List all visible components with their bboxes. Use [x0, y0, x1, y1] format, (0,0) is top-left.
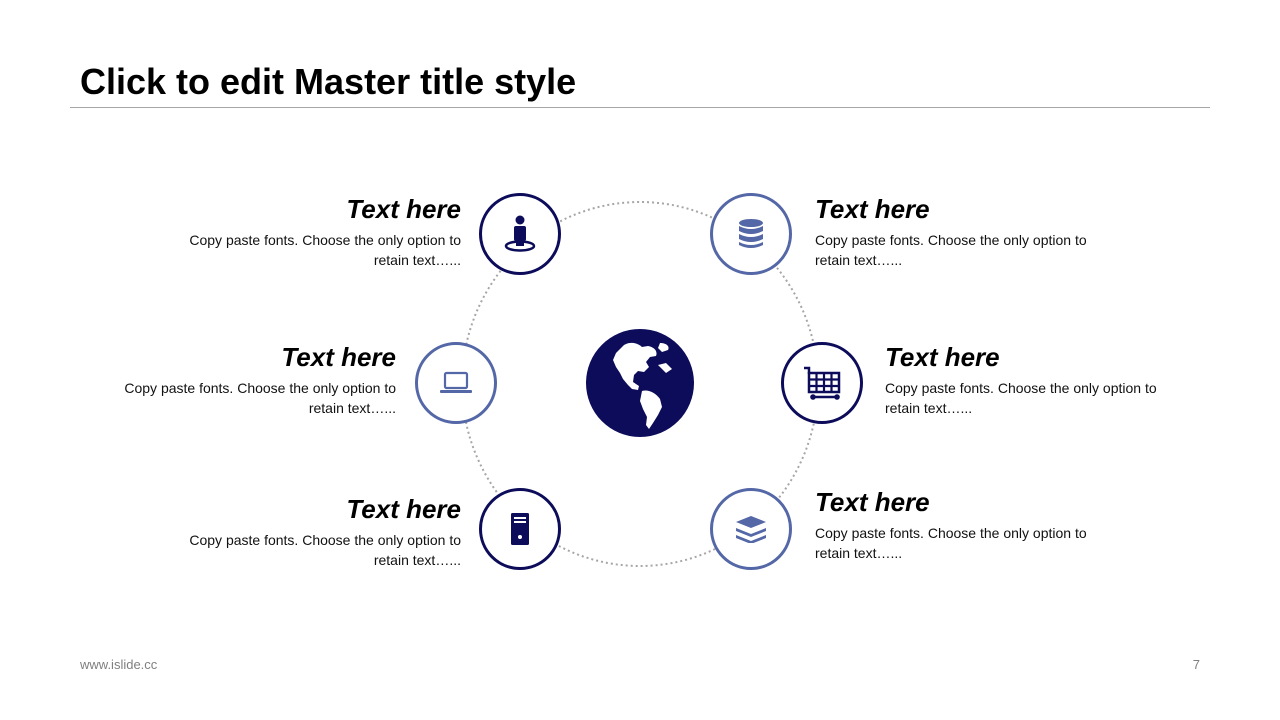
item-body: Copy paste fonts. Choose the only option… — [885, 380, 1157, 416]
item-body: Copy paste fonts. Choose the only option… — [815, 525, 1087, 561]
slide-title: Click to edit Master title style — [80, 61, 577, 102]
item-body: Copy paste fonts. Choose the only option… — [815, 232, 1087, 268]
item-heading: Text here — [885, 342, 1000, 372]
footer-url: www.islide.cc — [80, 657, 158, 672]
node-layers — [710, 488, 792, 570]
node-server — [479, 488, 561, 570]
item-middle-right: Text here Copy paste fonts. Choose the o… — [885, 342, 1185, 418]
node-person — [479, 193, 561, 275]
database-icon — [739, 219, 763, 248]
item-middle-left: Text here Copy paste fonts. Choose the o… — [96, 342, 396, 418]
shopping-cart-icon — [804, 366, 841, 400]
item-top-right: Text here Copy paste fonts. Choose the o… — [815, 194, 1115, 270]
node-database — [710, 193, 792, 275]
item-body: Copy paste fonts. Choose the only option… — [189, 232, 461, 268]
item-heading: Text here — [815, 487, 930, 517]
item-body: Copy paste fonts. Choose the only option… — [189, 532, 461, 568]
item-heading: Text here — [346, 194, 461, 224]
server-tower-icon — [511, 513, 529, 545]
laptop-icon — [440, 371, 472, 393]
node-laptop — [415, 342, 497, 424]
title-divider — [70, 107, 1210, 108]
layers-stack-icon — [736, 516, 766, 543]
globe-americas-icon — [586, 329, 694, 437]
item-bottom-right: Text here Copy paste fonts. Choose the o… — [815, 487, 1115, 563]
item-bottom-left: Text here Copy paste fonts. Choose the o… — [161, 494, 461, 570]
item-top-left: Text here Copy paste fonts. Choose the o… — [161, 194, 461, 270]
node-cart — [781, 342, 863, 424]
item-body: Copy paste fonts. Choose the only option… — [124, 380, 396, 416]
item-heading: Text here — [346, 494, 461, 524]
page-number: 7 — [1192, 657, 1200, 672]
person-standing-on-spot-icon — [504, 215, 536, 252]
item-heading: Text here — [815, 194, 930, 224]
item-heading: Text here — [281, 342, 396, 372]
